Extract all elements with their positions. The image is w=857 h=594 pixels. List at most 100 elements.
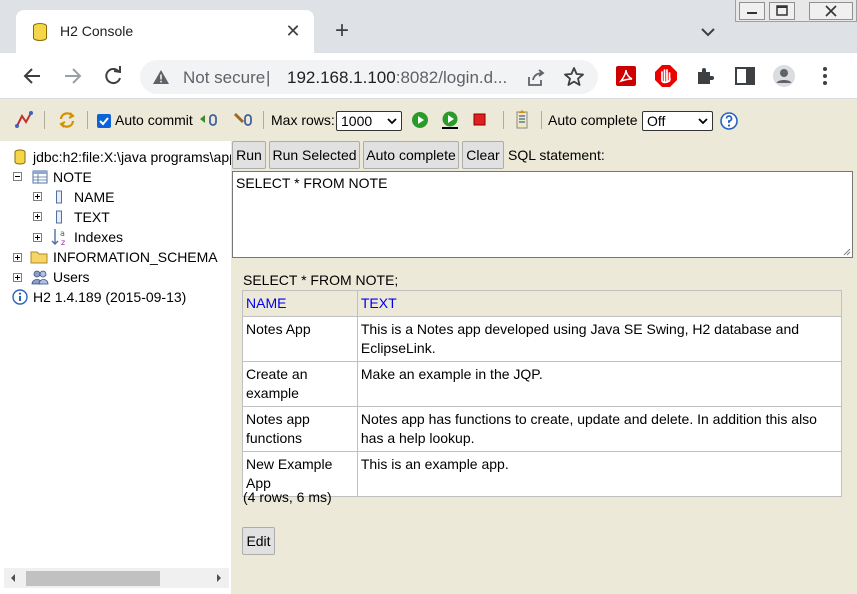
- new-tab-button[interactable]: +: [330, 19, 354, 44]
- cell-name: Notes App: [242, 316, 358, 362]
- forward-icon[interactable]: [59, 63, 85, 89]
- table-name: NOTE: [53, 169, 92, 185]
- minimize-icon: [747, 12, 757, 14]
- chevron-down-icon: [387, 118, 397, 125]
- share-icon[interactable]: [526, 68, 546, 88]
- toolbar-divider: [503, 111, 504, 129]
- toolbar-divider: [263, 111, 264, 129]
- cell-name: Notes app functions: [242, 406, 358, 452]
- checkmark-icon: [99, 117, 109, 126]
- expand-icon[interactable]: [13, 273, 22, 282]
- scroll-right-icon[interactable]: [216, 574, 222, 582]
- sql-statement-label: SQL statement:: [508, 147, 605, 163]
- scrollbar-thumb[interactable]: [26, 571, 160, 586]
- cell-text: Notes app has functions to create, updat…: [356, 406, 843, 452]
- cell-text: This is a Notes app developed using Java…: [356, 316, 843, 362]
- adblock-extension-icon[interactable]: [654, 64, 678, 88]
- table-header-row: NAME TEXT: [242, 290, 843, 317]
- run-button[interactable]: Run: [232, 141, 266, 169]
- cell-text: This is an example app.: [356, 451, 843, 497]
- chevron-down-icon[interactable]: [698, 22, 718, 42]
- auto-complete-button[interactable]: Auto complete: [363, 141, 459, 169]
- result-statement: SELECT * FROM NOTE;: [243, 272, 399, 288]
- reload-icon[interactable]: [100, 63, 126, 89]
- max-rows-value: 1000: [341, 113, 373, 129]
- back-icon[interactable]: [20, 63, 46, 89]
- help-icon[interactable]: [719, 111, 739, 131]
- restore-icon: [776, 5, 788, 16]
- expand-icon[interactable]: [13, 253, 22, 262]
- column-icon: [56, 210, 62, 224]
- pdf-extension-icon[interactable]: [614, 64, 638, 88]
- schema-label: INFORMATION_SCHEMA: [53, 249, 218, 265]
- tree-horizontal-scrollbar[interactable]: [4, 568, 229, 588]
- run-selected-icon[interactable]: [440, 110, 460, 130]
- side-panel-icon[interactable]: [733, 64, 757, 88]
- auto-commit-checkbox[interactable]: [97, 114, 111, 128]
- browser-tab[interactable]: H2 Console ✕: [16, 10, 314, 53]
- clear-button[interactable]: Clear: [462, 141, 504, 169]
- stop-icon[interactable]: [470, 110, 490, 130]
- url-text[interactable]: 192.168.1.100:8082/login.d...: [287, 68, 507, 88]
- security-status[interactable]: Not secure: [183, 68, 265, 88]
- close-window-button[interactable]: [809, 2, 853, 20]
- max-rows-select[interactable]: 1000: [336, 111, 402, 131]
- connection-url: jdbc:h2:file:X:\java programs\app: [33, 149, 231, 165]
- expand-icon[interactable]: [33, 212, 42, 221]
- close-tab-icon[interactable]: ✕: [282, 20, 304, 42]
- info-icon: [12, 289, 28, 305]
- edit-button[interactable]: Edit: [242, 527, 275, 555]
- sql-editor[interactable]: SELECT * FROM NOTE: [232, 171, 853, 258]
- close-icon: [825, 5, 837, 17]
- history-icon[interactable]: [512, 110, 532, 130]
- warning-icon[interactable]: [152, 69, 170, 85]
- scroll-left-icon[interactable]: [10, 574, 16, 582]
- tab-title: H2 Console: [60, 23, 134, 39]
- svg-text:a: a: [60, 229, 65, 238]
- toolbar-divider: [44, 111, 45, 129]
- max-rows-label: Max rows:: [271, 112, 335, 128]
- toolbar-divider: [541, 111, 542, 129]
- address-bar[interactable]: Not secure | 192.168.1.100:8082/login.d.…: [140, 60, 598, 94]
- bookmark-star-icon[interactable]: [563, 66, 585, 88]
- commit-icon[interactable]: [233, 110, 253, 130]
- rollback-icon[interactable]: [198, 110, 218, 130]
- result-panel: SELECT * FROM NOTE; NAME TEXT Notes App …: [231, 263, 857, 594]
- cell-text: Make an example in the JQP.: [356, 361, 843, 407]
- schema-tree: jdbc:h2:file:X:\java programs\app NOTE N…: [0, 141, 231, 594]
- url-host: 192.168.1.100: [287, 68, 396, 87]
- expand-icon[interactable]: [33, 192, 42, 201]
- svg-text:z: z: [61, 238, 65, 247]
- resize-grip-icon[interactable]: [841, 246, 851, 256]
- database-icon: [14, 149, 26, 165]
- tree-connection[interactable]: jdbc:h2:file:X:\java programs\app: [0, 147, 231, 167]
- folder-icon: [30, 251, 48, 264]
- table-row: New Example App This is an example app.: [242, 451, 843, 497]
- url-separator: |: [266, 68, 271, 87]
- window-controls: [735, 0, 857, 22]
- disconnect-icon[interactable]: [14, 110, 34, 130]
- result-summary: (4 rows, 6 ms): [243, 489, 332, 505]
- column-header-text[interactable]: TEXT: [356, 290, 843, 317]
- restore-button[interactable]: [769, 2, 795, 20]
- collapse-icon[interactable]: [13, 172, 22, 181]
- extensions-puzzle-icon[interactable]: [694, 64, 718, 88]
- column-name: TEXT: [74, 209, 110, 225]
- run-icon[interactable]: [410, 110, 430, 130]
- database-icon: [33, 23, 47, 41]
- run-selected-button[interactable]: Run Selected: [269, 141, 360, 169]
- minimize-button[interactable]: [739, 2, 765, 20]
- browser-menu-icon[interactable]: [813, 64, 837, 88]
- column-header-name[interactable]: NAME: [242, 290, 358, 317]
- browser-toolbar: Not secure | 192.168.1.100:8082/login.d.…: [0, 53, 857, 99]
- profile-avatar-icon[interactable]: [772, 64, 796, 88]
- h2-toolbar: Auto commit Max rows: 1000 Auto complete…: [0, 99, 857, 141]
- auto-complete-select[interactable]: Off: [642, 111, 713, 131]
- cell-name: Create an example: [242, 361, 358, 407]
- auto-complete-value: Off: [647, 113, 666, 129]
- browser-tabstrip: H2 Console ✕ +: [0, 0, 857, 53]
- indexes-label: Indexes: [74, 229, 124, 245]
- auto-commit-label: Auto commit: [115, 112, 193, 128]
- expand-icon[interactable]: [33, 233, 42, 242]
- refresh-icon[interactable]: [57, 110, 77, 130]
